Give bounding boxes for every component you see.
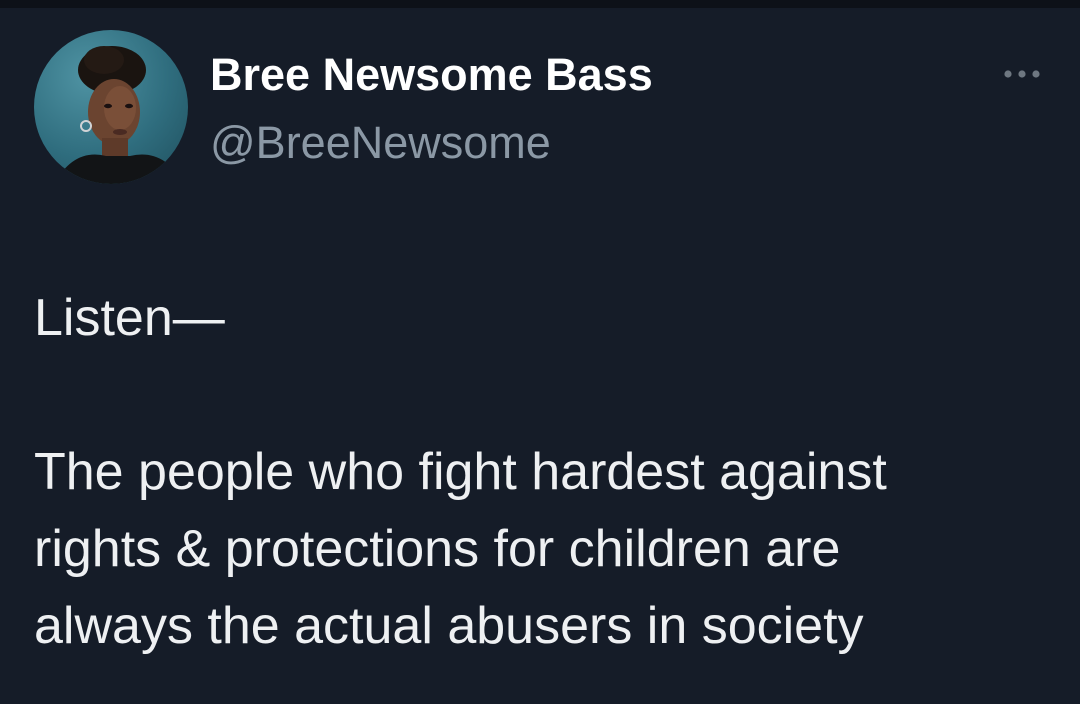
tweet-card: Bree Newsome Bass @BreeNewsome Listen— T… xyxy=(0,8,1080,704)
avatar[interactable] xyxy=(34,30,188,184)
tweet-line: The people who fight hardest against xyxy=(34,443,887,501)
line-break xyxy=(34,357,1054,434)
top-bar xyxy=(0,0,1080,8)
user-handle[interactable]: @BreeNewsome xyxy=(210,120,551,165)
tweet-line: Listen— xyxy=(34,289,225,347)
more-horizontal-icon xyxy=(1004,70,1040,78)
tweet-line: always the actual abusers in society xyxy=(34,597,864,655)
profile-photo-icon xyxy=(54,46,184,184)
tweet-line: rights & protections for children are xyxy=(34,520,841,578)
more-options-button[interactable] xyxy=(998,64,1046,84)
display-name[interactable]: Bree Newsome Bass xyxy=(210,52,653,97)
tweet-text: Listen— The people who fight hardest aga… xyxy=(34,280,1054,665)
